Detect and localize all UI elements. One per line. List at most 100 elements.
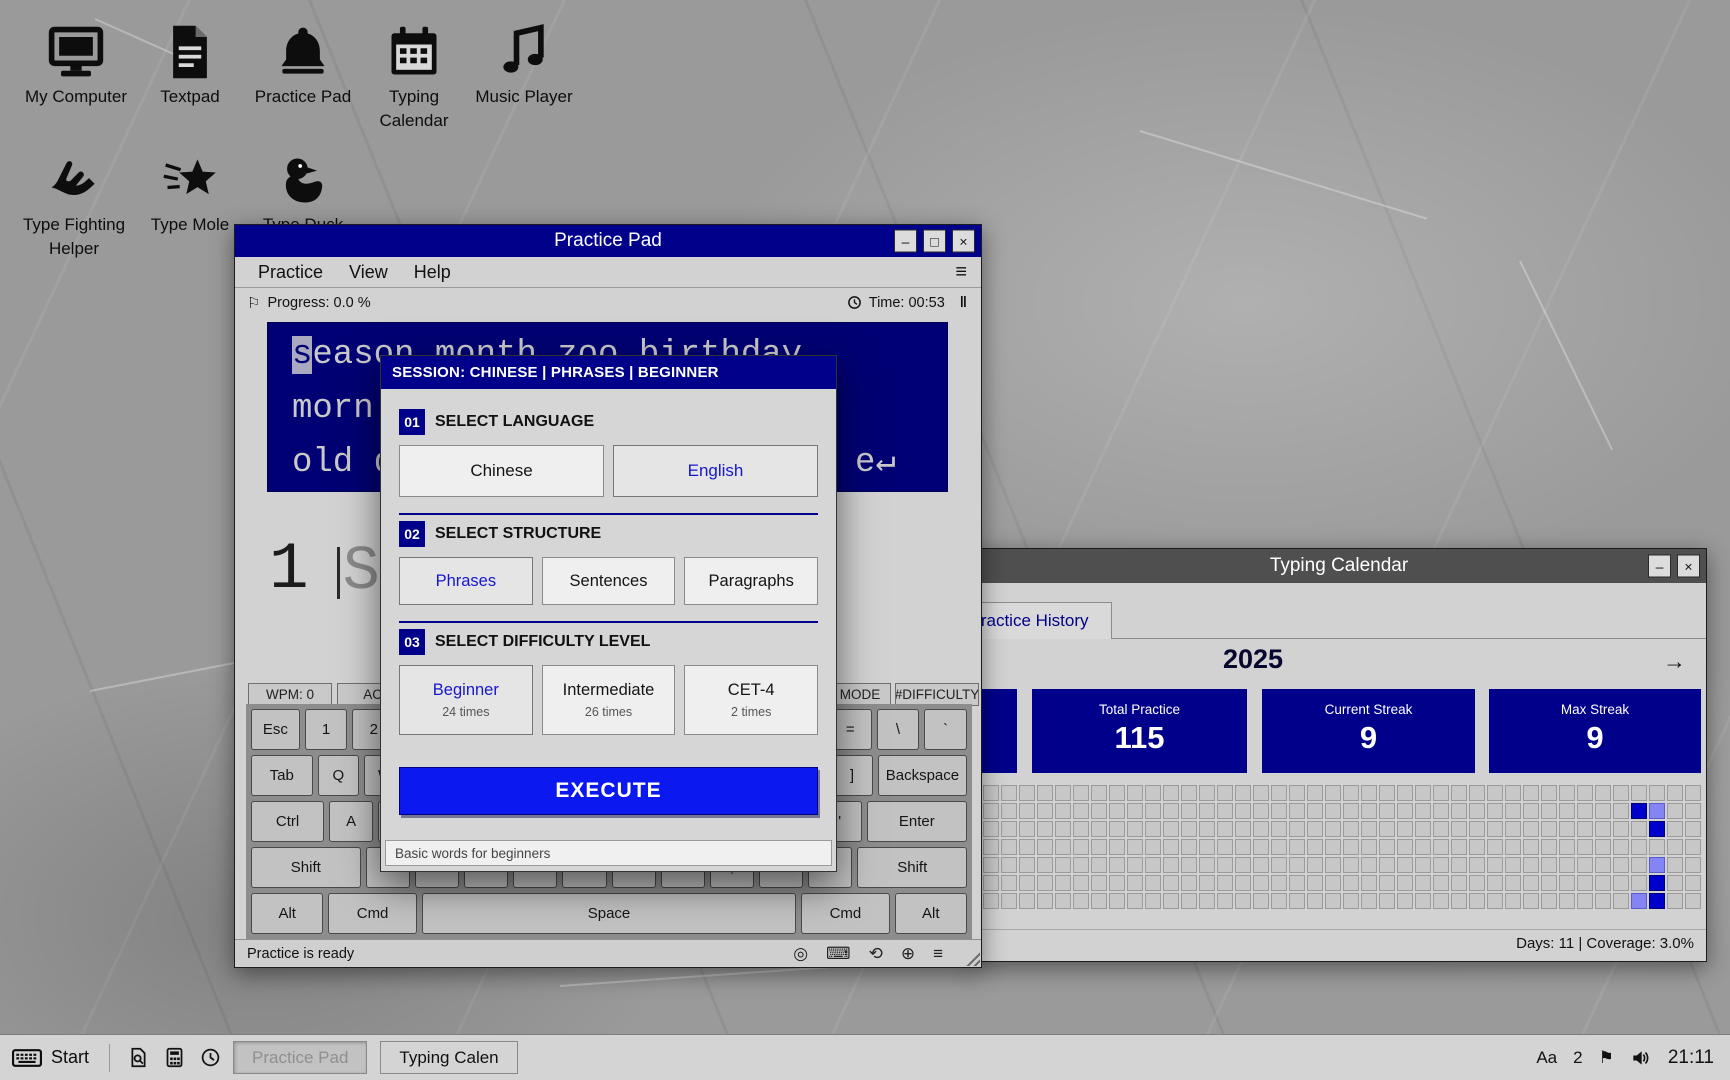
- heatmap-cell[interactable]: [1487, 875, 1503, 891]
- heatmap-cell[interactable]: [1505, 785, 1521, 801]
- heatmap-cell[interactable]: [1379, 821, 1395, 837]
- heatmap-cell[interactable]: [1325, 839, 1341, 855]
- heatmap-cell[interactable]: [1559, 821, 1575, 837]
- heatmap-cell[interactable]: [1415, 821, 1431, 837]
- globe-icon[interactable]: ⊕: [901, 944, 915, 964]
- heatmap-cell[interactable]: [1307, 875, 1323, 891]
- heatmap-cell[interactable]: [1271, 875, 1287, 891]
- heatmap-cell[interactable]: [1163, 785, 1179, 801]
- document-search-icon[interactable]: [128, 1047, 149, 1068]
- heatmap-cell[interactable]: [1199, 875, 1215, 891]
- heatmap-cell[interactable]: [1109, 893, 1125, 909]
- heatmap-cell[interactable]: [1433, 857, 1449, 873]
- key-shift[interactable]: Shift: [857, 847, 967, 888]
- heatmap-cell[interactable]: [1667, 821, 1683, 837]
- heatmap-cell[interactable]: [1307, 803, 1323, 819]
- heatmap-cell[interactable]: [1523, 785, 1539, 801]
- heatmap-cell[interactable]: [1145, 857, 1161, 873]
- heatmap-cell[interactable]: [1595, 857, 1611, 873]
- heatmap-cell[interactable]: [1487, 893, 1503, 909]
- heatmap-cell[interactable]: [1037, 821, 1053, 837]
- heatmap-cell[interactable]: [1127, 893, 1143, 909]
- heatmap-cell[interactable]: [1001, 803, 1017, 819]
- key-backtick[interactable]: `: [924, 709, 967, 750]
- heatmap-cell[interactable]: [1073, 875, 1089, 891]
- heatmap-cell[interactable]: [1181, 821, 1197, 837]
- heatmap-cell[interactable]: [1433, 821, 1449, 837]
- heatmap-cell[interactable]: [983, 803, 999, 819]
- key-backspace[interactable]: Backspace: [878, 755, 967, 796]
- heatmap-cell[interactable]: [1559, 893, 1575, 909]
- heatmap-cell[interactable]: [1397, 839, 1413, 855]
- heatmap-cell[interactable]: [1433, 785, 1449, 801]
- heatmap-cell[interactable]: [1595, 785, 1611, 801]
- heatmap-cell[interactable]: [1595, 875, 1611, 891]
- heatmap-cell[interactable]: [1091, 839, 1107, 855]
- heatmap-cell[interactable]: [1649, 875, 1665, 891]
- heatmap-cell[interactable]: [1667, 893, 1683, 909]
- heatmap-cell[interactable]: [1307, 839, 1323, 855]
- heatmap-cell[interactable]: [1487, 821, 1503, 837]
- heatmap-cell[interactable]: [1505, 893, 1521, 909]
- heatmap-cell[interactable]: [1559, 857, 1575, 873]
- key-a[interactable]: A: [329, 801, 373, 842]
- heatmap-cell[interactable]: [1415, 839, 1431, 855]
- heatmap-cell[interactable]: [1037, 785, 1053, 801]
- heatmap-cell[interactable]: [1019, 803, 1035, 819]
- option-english[interactable]: English: [613, 445, 818, 497]
- heatmap-cell[interactable]: [1289, 821, 1305, 837]
- flag-icon[interactable]: ⚑: [1599, 1048, 1614, 1068]
- taskbar-button-practice-pad[interactable]: Practice Pad: [233, 1041, 367, 1074]
- heatmap-cell[interactable]: [1379, 803, 1395, 819]
- heatmap-cell[interactable]: [1577, 785, 1593, 801]
- heatmap-cell[interactable]: [1577, 821, 1593, 837]
- text-indicator[interactable]: Aa: [1536, 1048, 1557, 1068]
- heatmap-cell[interactable]: [1631, 839, 1647, 855]
- heatmap-cell[interactable]: [1469, 785, 1485, 801]
- heatmap-cell[interactable]: [1325, 893, 1341, 909]
- heatmap-cell[interactable]: [1343, 875, 1359, 891]
- heatmap-cell[interactable]: [1001, 821, 1017, 837]
- heatmap-cell[interactable]: [1667, 839, 1683, 855]
- heatmap-cell[interactable]: [1019, 857, 1035, 873]
- heatmap-cell[interactable]: [1325, 803, 1341, 819]
- option-intermediate[interactable]: Intermediate 26 times: [542, 665, 676, 735]
- heatmap-cell[interactable]: [1163, 839, 1179, 855]
- heatmap-cell[interactable]: [1199, 857, 1215, 873]
- heatmap-cell[interactable]: [1613, 803, 1629, 819]
- heatmap-cell[interactable]: [1271, 893, 1287, 909]
- menu-practice[interactable]: Practice: [245, 260, 336, 285]
- heatmap-cell[interactable]: [1415, 785, 1431, 801]
- heatmap-cell[interactable]: [1181, 875, 1197, 891]
- heatmap-cell[interactable]: [1289, 875, 1305, 891]
- heatmap-cell[interactable]: [1487, 839, 1503, 855]
- heatmap-cell[interactable]: [1523, 821, 1539, 837]
- heatmap-cell[interactable]: [1253, 857, 1269, 873]
- heatmap-cell[interactable]: [1613, 875, 1629, 891]
- heatmap-cell[interactable]: [1163, 893, 1179, 909]
- heatmap-cell[interactable]: [1577, 857, 1593, 873]
- heatmap-cell[interactable]: [1289, 785, 1305, 801]
- heatmap-cell[interactable]: [1217, 821, 1233, 837]
- heatmap-cell[interactable]: [1559, 803, 1575, 819]
- record-icon[interactable]: ◎: [793, 944, 808, 964]
- speaker-icon[interactable]: [1630, 1048, 1650, 1068]
- heatmap-cell[interactable]: [1541, 803, 1557, 819]
- heatmap-cell[interactable]: [1649, 839, 1665, 855]
- heatmap-cell[interactable]: [1145, 875, 1161, 891]
- heatmap-cell[interactable]: [1649, 857, 1665, 873]
- clock-icon[interactable]: [200, 1047, 221, 1068]
- heatmap-cell[interactable]: [1253, 821, 1269, 837]
- heatmap-cell[interactable]: [1181, 785, 1197, 801]
- heatmap-cell[interactable]: [1235, 821, 1251, 837]
- heatmap-cell[interactable]: [1415, 875, 1431, 891]
- heatmap-cell[interactable]: [1397, 875, 1413, 891]
- heatmap-cell[interactable]: [1109, 839, 1125, 855]
- key-backslash[interactable]: \: [877, 709, 920, 750]
- heatmap-cell[interactable]: [1343, 803, 1359, 819]
- heatmap-cell[interactable]: [1289, 803, 1305, 819]
- heatmap-cell[interactable]: [1019, 821, 1035, 837]
- heatmap-cell[interactable]: [1325, 821, 1341, 837]
- heatmap-cell[interactable]: [1559, 839, 1575, 855]
- heatmap-cell[interactable]: [1433, 839, 1449, 855]
